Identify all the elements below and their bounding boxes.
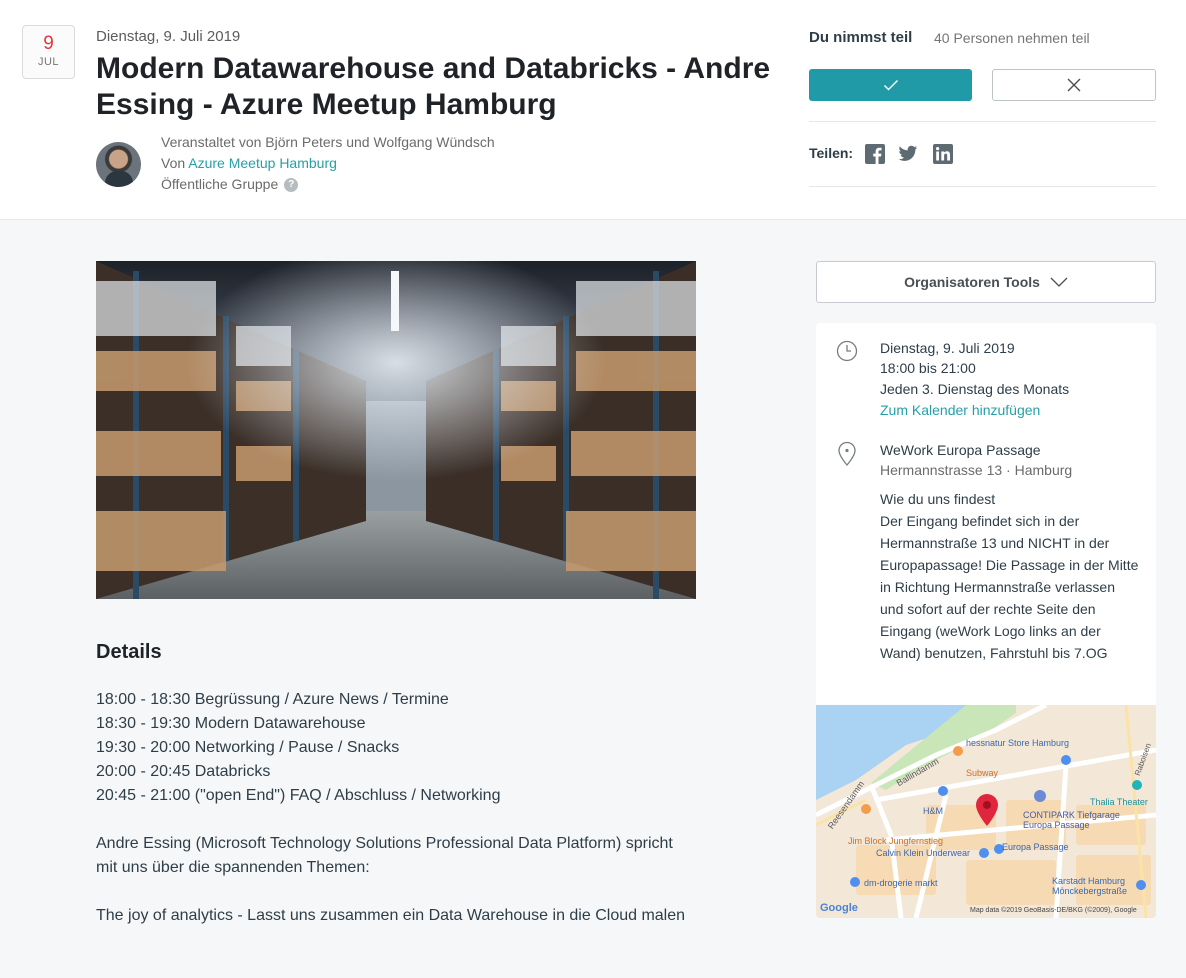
map-label-thalia: Thalia Theater bbox=[1090, 797, 1148, 807]
group-line: Von Azure Meetup Hamburg bbox=[161, 155, 337, 171]
map-label-hm: H&M bbox=[923, 806, 943, 816]
directions: Wie du uns findest Der Eingang befindet … bbox=[880, 488, 1142, 664]
directions-title: Wie du uns findest bbox=[880, 491, 996, 507]
speaker-paragraph: Andre Essing (Microsoft Technology Solut… bbox=[96, 835, 673, 876]
rsvp-no-button[interactable] bbox=[992, 69, 1156, 101]
info-time: 18:00 bis 21:00 bbox=[880, 360, 976, 376]
date-badge: 9 JUL bbox=[22, 25, 75, 79]
topic-paragraph: The joy of analytics - Lasst uns zusamme… bbox=[96, 907, 686, 924]
close-icon bbox=[1067, 78, 1081, 92]
add-to-calendar-link[interactable]: Zum Kalender hinzufügen bbox=[880, 400, 1040, 420]
map-label-jim-block: Jim Block Jungfernstieg bbox=[848, 836, 944, 846]
agenda-item: 18:00 - 18:30 Begrüssung / Azure News / … bbox=[96, 691, 449, 708]
venue-map[interactable]: hessnatur Store Hamburg Subway Ballindam… bbox=[816, 705, 1156, 918]
event-header: 9 JUL Dienstag, 9. Juli 2019 Modern Data… bbox=[0, 0, 1186, 220]
group-link[interactable]: Azure Meetup Hamburg bbox=[188, 155, 337, 171]
agenda-item: 20:00 - 20:45 Databricks bbox=[96, 763, 271, 780]
details-heading: Details bbox=[96, 641, 162, 663]
date-badge-month: JUL bbox=[37, 56, 60, 68]
venue-address: Hermannstrasse 13 · Hamburg bbox=[880, 462, 1073, 478]
group-prefix: Von bbox=[161, 155, 189, 171]
google-logo: Google bbox=[820, 902, 858, 914]
linkedin-icon[interactable] bbox=[933, 144, 953, 164]
chevron-down-icon bbox=[1050, 277, 1068, 287]
map-label-contipark: CONTIPARK Tiefgarage bbox=[1023, 810, 1120, 820]
map-attribution: Map data ©2019 GeoBasis-DE/BKG (©2009), … bbox=[970, 907, 1137, 914]
rsvp-divider bbox=[809, 121, 1156, 122]
group-type: Öffentliche Gruppe bbox=[161, 176, 279, 192]
organizer-tools-label: Organisatoren Tools bbox=[904, 274, 1040, 290]
info-date: Dienstag, 9. Juli 2019 bbox=[880, 340, 1015, 356]
venue-name[interactable]: WeWork Europa Passage bbox=[880, 440, 1041, 460]
map-label-europa-passage: Europa Passage bbox=[1002, 842, 1069, 852]
location-pin-icon bbox=[838, 441, 856, 466]
map-label-subway: Subway bbox=[966, 768, 999, 778]
event-photo-warehouse bbox=[96, 261, 696, 599]
event-title: Modern Datawarehouse and Databricks - An… bbox=[96, 52, 771, 121]
map-label-calvin-klein: Calvin Klein Underwear bbox=[876, 848, 971, 858]
organizer-avatar[interactable] bbox=[96, 142, 141, 187]
facebook-icon[interactable] bbox=[865, 144, 885, 164]
share-divider bbox=[809, 186, 1156, 187]
checkmark-icon bbox=[883, 79, 898, 91]
info-recurrence: Jeden 3. Dienstag des Monats bbox=[880, 381, 1070, 397]
event-date: Dienstag, 9. Juli 2019 bbox=[96, 28, 241, 45]
help-icon[interactable]: ? bbox=[284, 178, 299, 193]
share-label: Teilen: bbox=[809, 145, 854, 161]
agenda-item: 19:30 - 20:00 Networking / Pause / Snack… bbox=[96, 739, 400, 756]
map-label-hessnatur: hessnatur Store Hamburg bbox=[966, 738, 1070, 748]
map-label-dm: dm-drogerie markt bbox=[864, 878, 938, 888]
rsvp-yes-button[interactable] bbox=[809, 69, 972, 101]
map-label-karstadt: Karstadt Hamburg bbox=[1052, 876, 1126, 886]
map-label-karstadt-sub: Mönckebergstraße bbox=[1052, 886, 1128, 896]
agenda-item: 20:45 - 21:00 ("open End") FAQ / Abschlu… bbox=[96, 787, 501, 804]
hosted-by: Veranstaltet von Björn Peters und Wolfga… bbox=[161, 134, 495, 150]
twitter-icon[interactable] bbox=[898, 144, 918, 164]
group-type-line: Öffentliche Gruppe? bbox=[161, 176, 299, 193]
map-label-contipark-sub: Europa Passage bbox=[1023, 820, 1090, 830]
event-info-card: Dienstag, 9. Juli 2019 18:00 bis 21:00 J… bbox=[816, 323, 1156, 918]
agenda-list: 18:00 - 18:30 Begrüssung / Azure News / … bbox=[96, 688, 500, 808]
directions-text: Der Eingang befindet sich in der Hermann… bbox=[880, 513, 1139, 661]
date-badge-day: 9 bbox=[43, 33, 54, 54]
rsvp-status: Du nimmst teil bbox=[809, 29, 913, 46]
clock-icon bbox=[836, 340, 858, 362]
attendee-count[interactable]: 40 Personen nehmen teil bbox=[934, 30, 1090, 46]
agenda-item: 18:30 - 19:30 Modern Datawarehouse bbox=[96, 715, 366, 732]
organizer-tools-button[interactable]: Organisatoren Tools bbox=[816, 261, 1156, 303]
